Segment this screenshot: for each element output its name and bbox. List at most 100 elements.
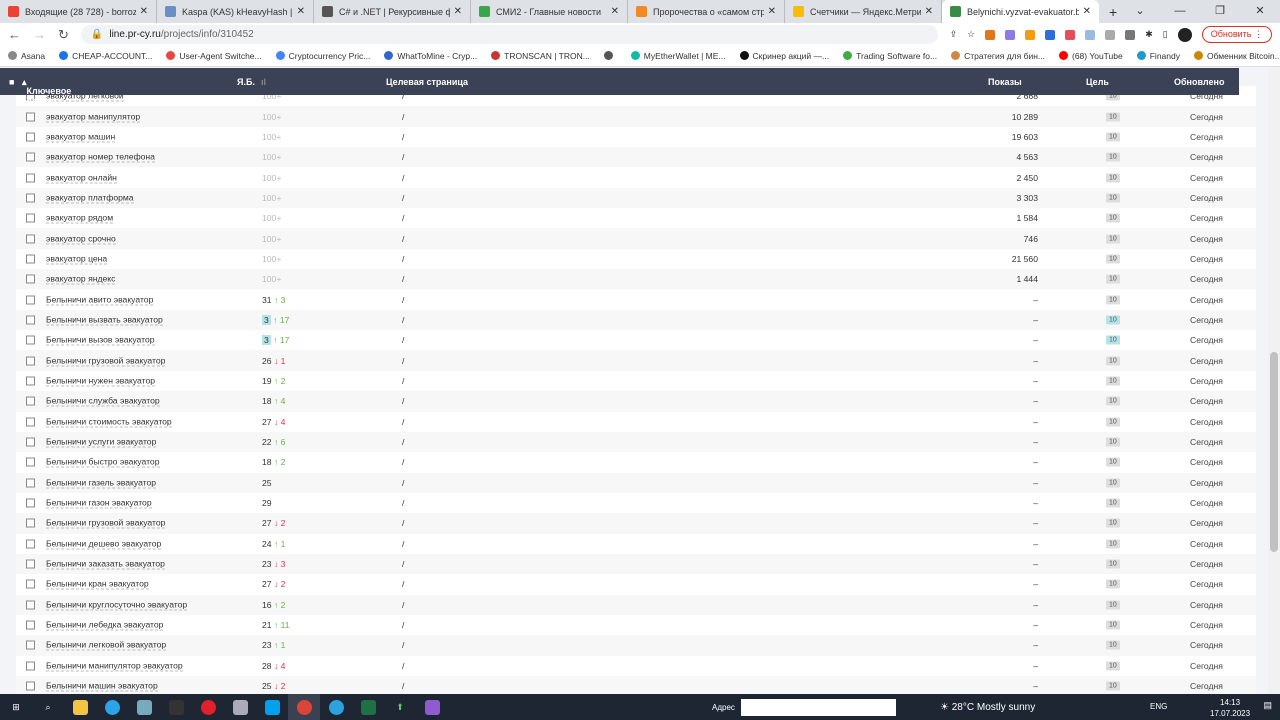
select-all-checkbox[interactable]: ■: [9, 77, 14, 87]
visual-studio-icon[interactable]: [416, 694, 448, 720]
keyword-link[interactable]: Белыничи служба эвакуатор: [46, 396, 160, 407]
ie-icon[interactable]: [96, 694, 128, 720]
keyword-link[interactable]: Белыничи кран эвакуатор: [46, 579, 149, 590]
row-checkbox[interactable]: [26, 274, 35, 284]
skype-icon[interactable]: [256, 694, 288, 720]
yandex-header[interactable]: Я.Б.: [237, 77, 255, 87]
extension-icon[interactable]: [1065, 29, 1076, 40]
extension-icon[interactable]: [1025, 29, 1036, 40]
row-checkbox[interactable]: [26, 234, 35, 244]
minimize-icon[interactable]: —: [1160, 0, 1200, 22]
row-checkbox[interactable]: [26, 498, 35, 508]
forward-icon[interactable]: →: [33, 27, 46, 42]
scrollbar-thumb[interactable]: [1270, 352, 1278, 552]
bookmark[interactable]: Asana: [8, 51, 45, 61]
weather-widget[interactable]: ☀ 28°C Mostly sunny: [940, 702, 1035, 713]
row-checkbox[interactable]: [26, 152, 35, 162]
goal-header[interactable]: Цель: [1086, 77, 1109, 87]
puzzle-icon[interactable]: ✱: [1145, 29, 1153, 40]
keyword-link[interactable]: Белыничи вызов эвакуатор: [46, 335, 155, 346]
chart-icon[interactable]: ıl: [261, 77, 266, 87]
browser-tab[interactable]: Пророчества о «самом страш✕: [628, 0, 785, 23]
url-input[interactable]: 🔒 line.pr-cy.ru/projects/info/310452: [80, 25, 938, 44]
telegram-icon[interactable]: [320, 694, 352, 720]
updated-header[interactable]: Обновлено: [1174, 77, 1224, 87]
keyword-link[interactable]: Белыничи манипулятор эвакуатор: [46, 660, 183, 672]
browser-tab[interactable]: Kaspa (KAS) kHeavyHash | Minin✕: [157, 0, 314, 23]
keyword-link[interactable]: Белыничи дешево эвакуатор: [46, 538, 162, 550]
browser-tab[interactable]: C# и .NET | Рекурсивные функ✕: [314, 0, 471, 23]
keyword-link[interactable]: эвакуатор онлайн: [46, 172, 117, 184]
row-checkbox[interactable]: [26, 620, 35, 630]
bookmark[interactable]: [603, 51, 617, 61]
row-checkbox[interactable]: [26, 213, 35, 223]
browser-tab[interactable]: СМИ2 - Главные новости ✕: [471, 0, 628, 23]
keyword-link[interactable]: Белыничи стоимость эвакуатор: [46, 416, 172, 428]
row-checkbox[interactable]: [26, 457, 35, 467]
keyword-link[interactable]: Белыничи нужен эвакуатор: [46, 375, 156, 387]
row-checkbox[interactable]: [26, 132, 35, 142]
keyword-link[interactable]: Белыничи газель эвакуатор: [46, 477, 157, 489]
close-tab-icon[interactable]: ✕: [768, 6, 776, 17]
bookmark[interactable]: Обменник Bitcoin...: [1193, 51, 1280, 61]
row-checkbox[interactable]: [26, 579, 35, 589]
close-tab-icon[interactable]: ✕: [925, 6, 933, 17]
row-checkbox[interactable]: [26, 193, 35, 203]
keyword-link[interactable]: эвакуатор цена: [46, 253, 108, 265]
sidepanel-icon[interactable]: ▯: [1163, 29, 1168, 40]
keyword-link[interactable]: Белыничи быстро эвакуатор: [46, 457, 160, 468]
reload-icon[interactable]: ↻: [58, 27, 69, 43]
row-checkbox[interactable]: [26, 437, 35, 447]
keyword-link[interactable]: Белыничи авито эвакуатор: [46, 294, 154, 306]
row-checkbox[interactable]: [26, 376, 35, 386]
browser-tab[interactable]: Счетчики — Яндекс.Метрика ✕: [785, 0, 942, 23]
keyword-link[interactable]: эвакуатор платформа: [46, 192, 134, 204]
keyword-link[interactable]: Белыничи грузовой эвакуатор: [46, 355, 166, 367]
calculator-icon[interactable]: [128, 694, 160, 720]
sort-keyword-header[interactable]: ▴ Ключевое слово: [22, 77, 71, 106]
close-window-icon[interactable]: ✕: [1240, 0, 1280, 22]
row-checkbox[interactable]: [26, 661, 35, 671]
start-icon[interactable]: ⊞: [0, 694, 32, 720]
keyword-link[interactable]: Белыничи машин эвакуатор: [46, 681, 158, 692]
keyword-link[interactable]: Белыничи заказать эвакуатор: [46, 559, 165, 570]
back-icon[interactable]: ←: [8, 27, 21, 42]
keyword-link[interactable]: Белыничи круглосуточно эвакуатор: [46, 599, 188, 611]
row-checkbox[interactable]: [26, 254, 35, 264]
close-tab-icon[interactable]: ✕: [1083, 6, 1091, 17]
keyword-link[interactable]: Белыничи грузовой эвакуатор: [46, 518, 166, 529]
bookmark[interactable]: TRONSCAN | TRON...: [491, 51, 590, 61]
keyword-link[interactable]: эвакуатор яндекс: [46, 274, 116, 285]
bookmark[interactable]: Cryptocurrency Pric...: [275, 51, 370, 61]
extension-icon[interactable]: [1005, 29, 1016, 40]
search-icon[interactable]: ⌕: [32, 694, 64, 720]
extension-icon[interactable]: [1045, 29, 1056, 40]
row-checkbox[interactable]: [26, 478, 35, 488]
scrollbar[interactable]: [1268, 68, 1280, 694]
keyword-link[interactable]: Белыничи лебедка эвакуатор: [46, 620, 164, 631]
row-checkbox[interactable]: [26, 396, 35, 406]
row-checkbox[interactable]: [26, 295, 35, 305]
browser-tab[interactable]: Belynichi.vyzvat-evakuator.by ✕: [942, 0, 1099, 23]
share-icon[interactable]: ⇪: [950, 29, 958, 40]
keyword-link[interactable]: Белыничи услуги эвакуатор: [46, 437, 157, 448]
restore-icon[interactable]: ❐: [1200, 0, 1240, 22]
bookmark[interactable]: MyEtherWallet | ME...: [630, 51, 726, 61]
row-checkbox[interactable]: [26, 417, 35, 427]
row-checkbox[interactable]: [26, 600, 35, 610]
extension-icon[interactable]: [1105, 29, 1116, 40]
metamask-icon[interactable]: [985, 29, 996, 40]
bookmark[interactable]: CHEAP-ACCOUNT...: [59, 51, 152, 61]
shows-header[interactable]: Показы: [988, 77, 1022, 87]
row-checkbox[interactable]: [26, 559, 35, 569]
chrome-icon[interactable]: [288, 694, 320, 720]
app-icon[interactable]: [224, 694, 256, 720]
explorer-icon[interactable]: [64, 694, 96, 720]
close-tab-icon[interactable]: ✕: [140, 6, 148, 17]
close-tab-icon[interactable]: ✕: [611, 6, 619, 17]
row-checkbox[interactable]: [26, 173, 35, 183]
notifications-icon[interactable]: ▤: [1263, 700, 1272, 711]
close-tab-icon[interactable]: ✕: [454, 6, 462, 17]
excel-icon[interactable]: [352, 694, 384, 720]
address-input[interactable]: [740, 699, 896, 716]
